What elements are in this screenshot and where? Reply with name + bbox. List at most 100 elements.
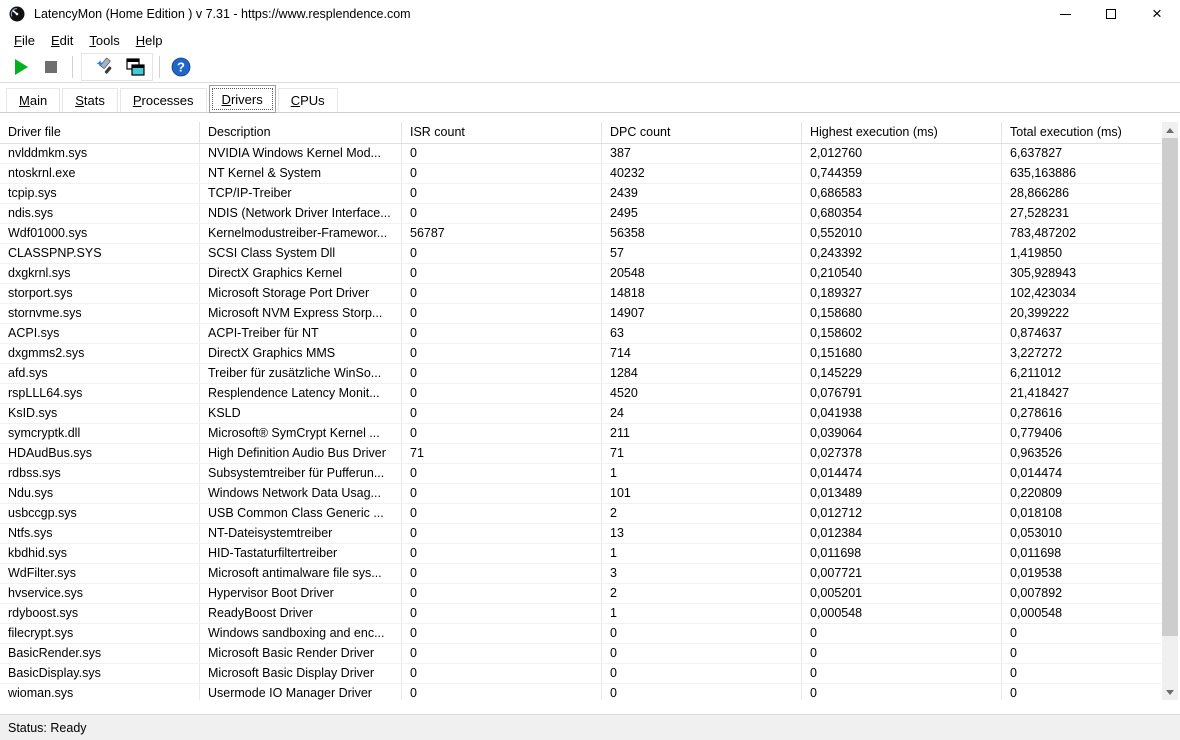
cell-file: stornvme.sys xyxy=(0,304,200,323)
latencymon-window: LatencyMon (Home Edition ) v 7.31 - http… xyxy=(0,0,1180,740)
cell-total: 0,018108 xyxy=(1002,504,1161,523)
menu-item-tools[interactable]: Tools xyxy=(81,30,127,51)
cell-total: 0,007892 xyxy=(1002,584,1161,603)
drivers-table: Driver fileDescriptionISR countDPC count… xyxy=(0,122,1161,700)
cell-file: symcryptk.dll xyxy=(0,424,200,443)
table-row[interactable]: symcryptk.dllMicrosoft® SymCrypt Kernel … xyxy=(0,424,1161,444)
scroll-up-button[interactable] xyxy=(1162,122,1178,138)
cell-highest: 0 xyxy=(802,624,1002,643)
tab-drivers[interactable]: Drivers xyxy=(209,85,276,113)
cell-desc: NT Kernel & System xyxy=(200,164,402,183)
table-row[interactable]: dxgkrnl.sysDirectX Graphics Kernel020548… xyxy=(0,264,1161,284)
menu-item-file[interactable]: File xyxy=(6,30,43,51)
cell-dpc: 40232 xyxy=(602,164,802,183)
table-row[interactable]: BasicDisplay.sysMicrosoft Basic Display … xyxy=(0,664,1161,684)
table-row[interactable]: Ntfs.sysNT-Dateisystemtreiber0130,012384… xyxy=(0,524,1161,544)
cell-file: ndis.sys xyxy=(0,204,200,223)
column-header-dpc[interactable]: DPC count xyxy=(602,122,802,143)
tab-main[interactable]: Main xyxy=(6,88,60,112)
maximize-icon xyxy=(1106,9,1116,19)
tab-processes[interactable]: Processes xyxy=(120,88,207,112)
scrollbar-thumb[interactable] xyxy=(1162,138,1178,636)
column-header-isr[interactable]: ISR count xyxy=(402,122,602,143)
cell-total: 0 xyxy=(1002,624,1161,643)
table-row[interactable]: Wdf01000.sysKernelmodustreiber-Framewor.… xyxy=(0,224,1161,244)
table-row[interactable]: rspLLL64.sysResplendence Latency Monit..… xyxy=(0,384,1161,404)
table-row[interactable]: tcpip.sysTCP/IP-Treiber024390,68658328,8… xyxy=(0,184,1161,204)
status-text: Status: Ready xyxy=(8,721,87,735)
table-row[interactable]: storport.sysMicrosoft Storage Port Drive… xyxy=(0,284,1161,304)
cell-isr: 0 xyxy=(402,304,602,323)
cell-dpc: 1284 xyxy=(602,364,802,383)
cell-isr: 0 xyxy=(402,344,602,363)
table-row[interactable]: WdFilter.sysMicrosoft antimalware file s… xyxy=(0,564,1161,584)
cell-desc: Kernelmodustreiber-Framewor... xyxy=(200,224,402,243)
table-row[interactable]: rdyboost.sysReadyBoost Driver010,0005480… xyxy=(0,604,1161,624)
cell-isr: 0 xyxy=(402,264,602,283)
cell-highest: 0,158680 xyxy=(802,304,1002,323)
column-header-desc[interactable]: Description xyxy=(200,122,402,143)
table-row[interactable]: rdbss.sysSubsystemtreiber für Pufferun..… xyxy=(0,464,1161,484)
cell-isr: 0 xyxy=(402,504,602,523)
cell-file: rdyboost.sys xyxy=(0,604,200,623)
cell-total: 0,019538 xyxy=(1002,564,1161,583)
tab-cpus[interactable]: CPUs xyxy=(278,88,338,112)
cell-isr: 0 xyxy=(402,544,602,563)
table-row[interactable]: ntoskrnl.exeNT Kernel & System0402320,74… xyxy=(0,164,1161,184)
table-row[interactable]: ndis.sysNDIS (Network Driver Interface..… xyxy=(0,204,1161,224)
cell-file: hvservice.sys xyxy=(0,584,200,603)
tab-stats[interactable]: Stats xyxy=(62,88,118,112)
copy-report-button[interactable] xyxy=(120,54,150,80)
table-row[interactable]: KsID.sysKSLD0240,0419380,278616 xyxy=(0,404,1161,424)
table-row[interactable]: dxgmms2.sysDirectX Graphics MMS07140,151… xyxy=(0,344,1161,364)
cell-highest: 0,552010 xyxy=(802,224,1002,243)
table-row[interactable]: CLASSPNP.SYSSCSI Class System Dll0570,24… xyxy=(0,244,1161,264)
column-header-highest[interactable]: Highest execution (ms) xyxy=(802,122,1002,143)
cell-highest: 0 xyxy=(802,644,1002,663)
minimize-button[interactable] xyxy=(1042,0,1088,28)
options-button[interactable] xyxy=(90,54,120,80)
start-monitor-button[interactable] xyxy=(6,54,36,80)
cell-highest: 0,005201 xyxy=(802,584,1002,603)
cell-dpc: 0 xyxy=(602,624,802,643)
cell-total: 0,220809 xyxy=(1002,484,1161,503)
cell-highest: 2,012760 xyxy=(802,144,1002,163)
cell-total: 0,779406 xyxy=(1002,424,1161,443)
table-row[interactable]: usbccgp.sysUSB Common Class Generic ...0… xyxy=(0,504,1161,524)
column-header-file[interactable]: Driver file xyxy=(0,122,200,143)
cell-file: rdbss.sys xyxy=(0,464,200,483)
table-row[interactable]: afd.sysTreiber für zusätzliche WinSo...0… xyxy=(0,364,1161,384)
scroll-down-button[interactable] xyxy=(1162,684,1178,700)
cell-file: wioman.sys xyxy=(0,684,200,700)
table-row[interactable]: filecrypt.sysWindows sandboxing and enc.… xyxy=(0,624,1161,644)
close-button[interactable]: × xyxy=(1134,0,1180,28)
table-row[interactable]: wioman.sysUsermode IO Manager Driver0000 xyxy=(0,684,1161,700)
table-row[interactable]: HDAudBus.sysHigh Definition Audio Bus Dr… xyxy=(0,444,1161,464)
cell-desc: Windows sandboxing and enc... xyxy=(200,624,402,643)
cell-dpc: 1 xyxy=(602,604,802,623)
cell-isr: 0 xyxy=(402,644,602,663)
cell-isr: 71 xyxy=(402,444,602,463)
table-row[interactable]: ACPI.sysACPI-Treiber für NT0630,1586020,… xyxy=(0,324,1161,344)
cell-dpc: 0 xyxy=(602,684,802,700)
table-row[interactable]: kbdhid.sysHID-Tastaturfiltertreiber010,0… xyxy=(0,544,1161,564)
cell-desc: TCP/IP-Treiber xyxy=(200,184,402,203)
column-header-total[interactable]: Total execution (ms) xyxy=(1002,122,1161,143)
vertical-scrollbar[interactable] xyxy=(1162,122,1178,700)
table-row[interactable]: hvservice.sysHypervisor Boot Driver020,0… xyxy=(0,584,1161,604)
cell-dpc: 2 xyxy=(602,584,802,603)
copy-icon xyxy=(125,57,145,77)
table-row[interactable]: Ndu.sysWindows Network Data Usag...01010… xyxy=(0,484,1161,504)
cell-total: 783,487202 xyxy=(1002,224,1161,243)
help-button[interactable]: ? xyxy=(166,54,196,80)
table-row[interactable]: nvlddmkm.sysNVIDIA Windows Kernel Mod...… xyxy=(0,144,1161,164)
menu-item-edit[interactable]: Edit xyxy=(43,30,81,51)
table-row[interactable]: BasicRender.sysMicrosoft Basic Render Dr… xyxy=(0,644,1161,664)
maximize-button[interactable] xyxy=(1088,0,1134,28)
table-row[interactable]: stornvme.sysMicrosoft NVM Express Storp.… xyxy=(0,304,1161,324)
stop-monitor-button[interactable] xyxy=(36,54,66,80)
menu-item-help[interactable]: Help xyxy=(128,30,171,51)
cell-file: ntoskrnl.exe xyxy=(0,164,200,183)
cell-desc: USB Common Class Generic ... xyxy=(200,504,402,523)
cell-desc: SCSI Class System Dll xyxy=(200,244,402,263)
